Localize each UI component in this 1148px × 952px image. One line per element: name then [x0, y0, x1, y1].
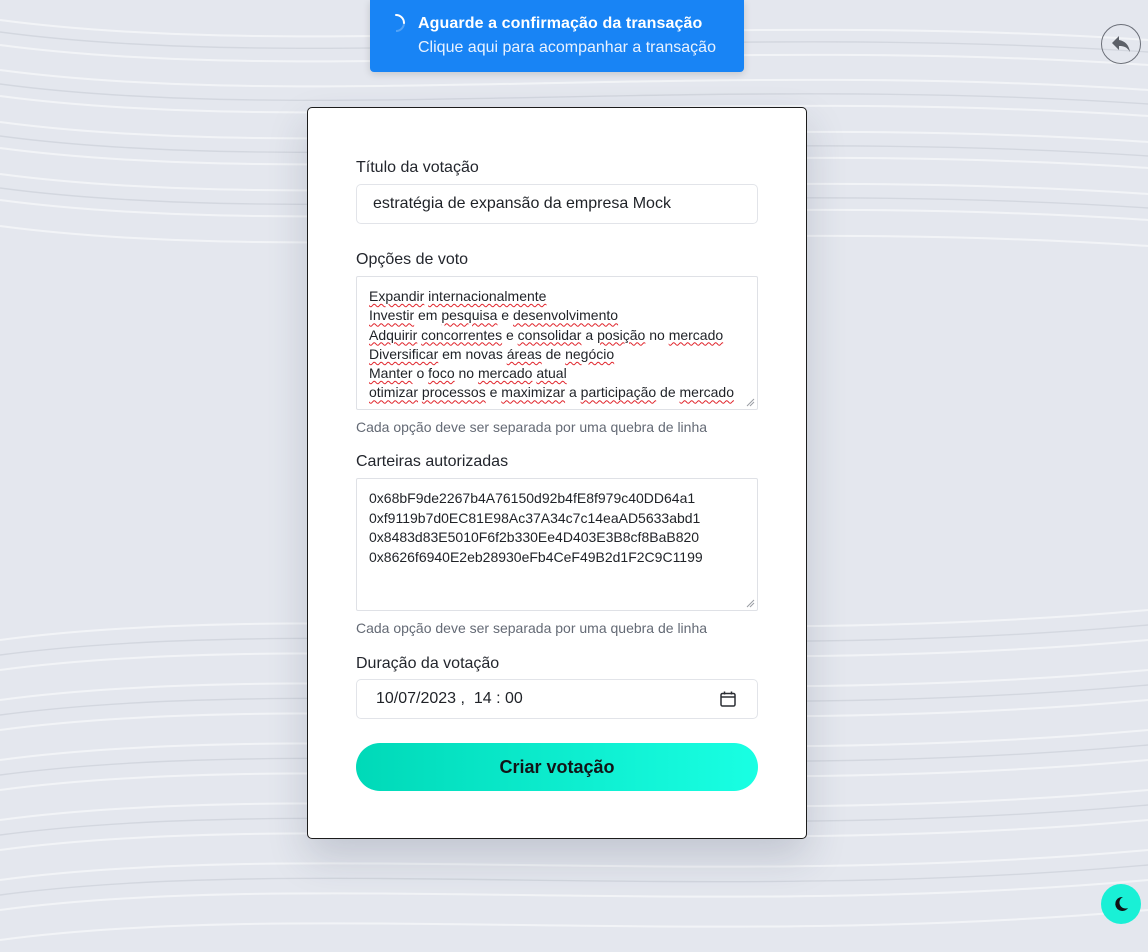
create-vote-button[interactable]: Criar votação	[356, 743, 758, 791]
resize-handle-icon[interactable]	[745, 397, 755, 407]
option-line: Adquirir concorrentes e consolidar a pos…	[369, 326, 724, 343]
wallet-line: 0xf9119b7d0EC81E98Ac37A34c7c14eaAD5633ab…	[369, 509, 701, 526]
title-label: Título da votação	[356, 159, 479, 176]
options-textarea[interactable]: Expandir internacionalmente Investir em …	[356, 276, 758, 410]
transaction-toast[interactable]: Aguarde a confirmação da transação Cliqu…	[370, 0, 744, 72]
wallet-line: 0x68bF9de2267b4A76150d92b4fE8f979c40DD64…	[369, 490, 696, 506]
duration-label: Duração da votação	[356, 655, 500, 672]
wallets-hint: Cada opção deve ser separada por uma que…	[356, 620, 708, 636]
calendar-icon[interactable]	[719, 690, 737, 708]
title-input[interactable]: estratégia de expansão da empresa Mock	[356, 184, 758, 224]
wallets-textarea[interactable]: 0x68bF9de2267b4A76150d92b4fE8f979c40DD64…	[356, 478, 758, 611]
duration-value: 10/07/2023 , 14 : 00	[376, 690, 523, 707]
wallet-line: 0x8626f6940E2eb28930eFb4CeF49B2d1F2C9C11…	[369, 548, 703, 565]
back-arrow-icon	[1112, 36, 1130, 52]
option-line: Diversificar em novas áreas de negócio	[369, 345, 615, 362]
options-hint: Cada opção deve ser separada por uma que…	[356, 419, 708, 435]
loading-spinner-icon	[395, 14, 405, 32]
duration-datetime-input[interactable]: 10/07/2023 , 14 : 00	[356, 679, 758, 719]
create-vote-form: Título da votação estratégia de expansão…	[307, 107, 807, 839]
option-line: Investir em pesquisa e desenvolvimento	[369, 307, 619, 324]
option-line: Manter o foco no mercado atual	[369, 365, 567, 382]
wallet-line: 0x8483d83E5010F6f2b330Ee4D403E3B8cf8BaB8…	[369, 529, 700, 545]
option-line: otimizar processos e maximizar a partici…	[369, 384, 734, 401]
option-line: Expandir internacionalmente	[369, 288, 547, 304]
wallets-label: Carteiras autorizadas	[356, 453, 509, 470]
toast-subtitle[interactable]: Clique aqui para acompanhar a transação	[418, 39, 716, 57]
back-button[interactable]	[1101, 24, 1141, 64]
options-label: Opções de voto	[356, 251, 469, 268]
theme-toggle-button[interactable]	[1101, 884, 1141, 924]
moon-icon	[1115, 896, 1128, 911]
resize-handle-icon[interactable]	[745, 598, 755, 608]
toast-title: Aguarde a confirmação da transação	[418, 15, 703, 32]
